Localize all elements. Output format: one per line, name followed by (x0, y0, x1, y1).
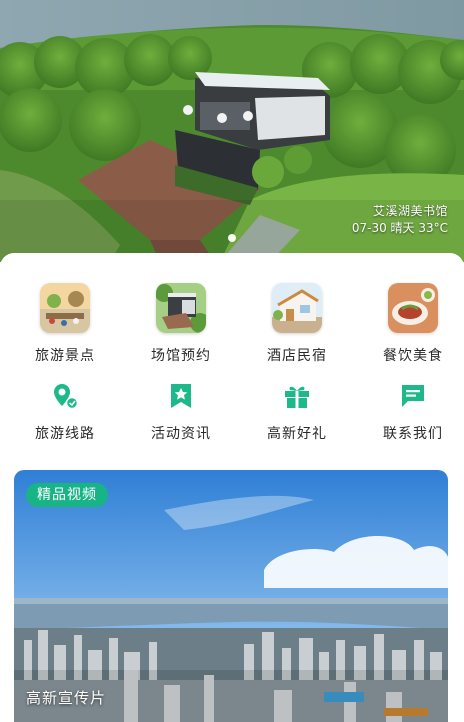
scenic-spot-icon (40, 283, 90, 333)
nav-item-label: 场馆预约 (151, 348, 211, 364)
bookmark-star-icon (166, 381, 196, 411)
nav-item-label: 餐饮美食 (383, 348, 443, 364)
carousel-indicator (0, 234, 464, 242)
nav-item-label: 联系我们 (383, 426, 443, 442)
hero-caption-title: 艾溪湖美书馆 (372, 204, 448, 218)
nav-item-gifts[interactable]: 高新好礼 (246, 381, 348, 443)
nav-item-label: 高新好礼 (267, 426, 327, 442)
food-icon (388, 283, 438, 333)
hero-banner[interactable]: 艾溪湖美书馆 07-30 晴天 33°C (0, 0, 464, 262)
video-section-tag: 精品视频 (26, 483, 108, 507)
nav-item-food[interactable]: 餐饮美食 (362, 283, 464, 365)
hero-caption: 艾溪湖美书馆 07-30 晴天 33°C (352, 203, 448, 236)
nav-item-label: 旅游景点 (35, 348, 95, 364)
nav-item-hotel[interactable]: 酒店民宿 (246, 283, 348, 365)
nav-item-events[interactable]: 活动资讯 (130, 381, 232, 443)
nav-grid-row-2: 旅游线路 活动资讯 高新好礼 联系我们 (0, 381, 464, 443)
nav-item-label: 旅游线路 (35, 426, 95, 442)
route-pin-icon (50, 381, 80, 411)
nav-item-route[interactable]: 旅游线路 (14, 381, 116, 443)
video-title: 高新宣传片 (26, 689, 107, 707)
page: 艾溪湖美书馆 07-30 晴天 33°C 旅游景点 场馆预约 酒店民宿 餐饮美食… (0, 0, 464, 722)
venue-booking-icon (156, 283, 206, 333)
nav-item-label: 酒店民宿 (267, 348, 327, 364)
nav-grid-row-1: 旅游景点 场馆预约 酒店民宿 餐饮美食 (0, 283, 464, 365)
nav-item-label: 活动资讯 (151, 426, 211, 442)
featured-video-card[interactable]: 精品视频 高新宣传片 (14, 470, 448, 722)
nav-item-scenic[interactable]: 旅游景点 (14, 283, 116, 365)
video-thumbnail (14, 470, 448, 722)
carousel-dot-active[interactable] (228, 234, 236, 242)
nav-item-contact[interactable]: 联系我们 (362, 381, 464, 443)
nav-item-venue[interactable]: 场馆预约 (130, 283, 232, 365)
hotel-icon (272, 283, 322, 333)
chat-bubble-icon (398, 381, 428, 411)
gift-icon (282, 381, 312, 411)
